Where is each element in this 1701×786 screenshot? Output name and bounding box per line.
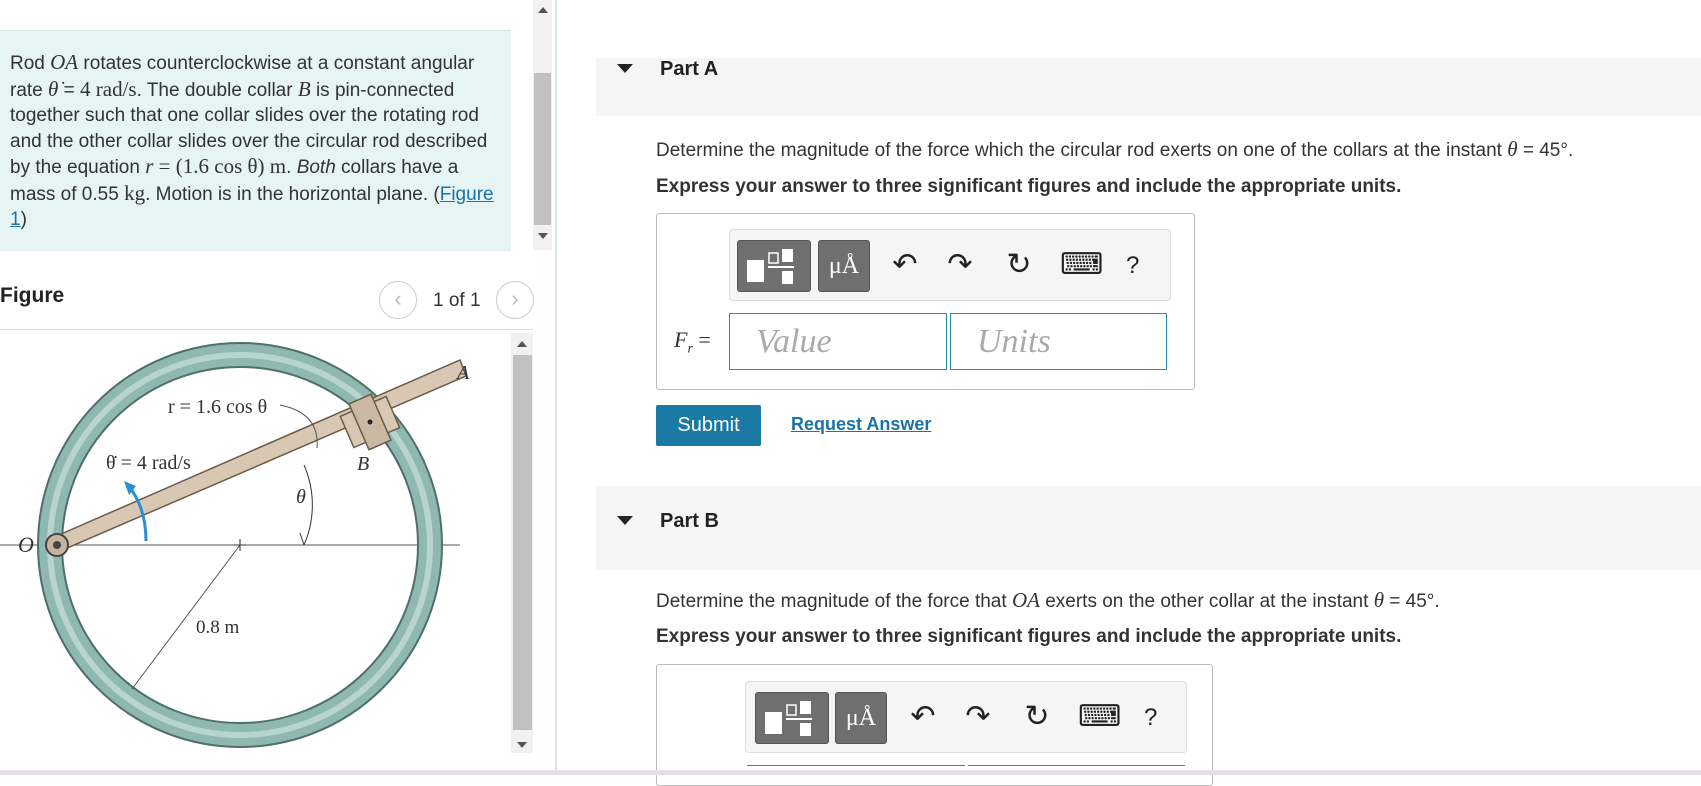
- figure-title: Figure: [0, 284, 65, 307]
- figure-scroll-down-icon[interactable]: [517, 742, 527, 748]
- scroll-down-arrow-icon[interactable]: [538, 233, 548, 239]
- label-theta: θ: [296, 486, 306, 508]
- redo-icon[interactable]: ↷: [961, 700, 995, 734]
- request-answer-link[interactable]: Request Answer: [791, 414, 931, 435]
- reset-icon[interactable]: ↻: [1002, 248, 1036, 282]
- part-a-instruction: Express your answer to three significant…: [656, 176, 1402, 197]
- keyboard-icon[interactable]: ⌨: [1060, 248, 1103, 282]
- part-a-header[interactable]: [596, 58, 1701, 116]
- reset-icon[interactable]: ↻: [1020, 700, 1054, 734]
- figure-scrollbar-thumb[interactable]: [513, 355, 532, 730]
- panel-divider: [555, 0, 557, 775]
- figure-scroll-up-icon[interactable]: [517, 341, 527, 347]
- figure-diagram: A B O r = 1.6 cos θ θ̇ = 4 rad/s θ 0.8 m: [0, 342, 470, 748]
- chevron-right-icon: ›: [511, 286, 519, 311]
- part-b-question: Determine the magnitude of the force tha…: [656, 588, 1440, 612]
- templates-icon: [747, 249, 794, 284]
- problem-text: Rod OA rotates counterclockwise at a con…: [10, 50, 494, 230]
- units-button[interactable]: μÅ: [818, 240, 870, 292]
- label-b: B: [357, 453, 369, 475]
- scroll-up-arrow-icon[interactable]: [538, 7, 548, 13]
- previous-figure-button[interactable]: ‹: [379, 281, 417, 319]
- templates-icon: [765, 701, 812, 736]
- part-a-title[interactable]: Part A: [660, 58, 718, 81]
- figure-pager-text: 1 of 1: [433, 290, 481, 311]
- part-b-instruction: Express your answer to three significant…: [656, 626, 1402, 647]
- label-radius: 0.8 m: [196, 617, 240, 638]
- value-input[interactable]: Value: [729, 313, 947, 370]
- label-a: A: [455, 362, 470, 384]
- templates-button[interactable]: [755, 692, 829, 744]
- bottom-bar: [0, 770, 1701, 775]
- help-icon[interactable]: ?: [1126, 252, 1139, 280]
- units-input[interactable]: Units: [950, 313, 1167, 370]
- part-a-question: Determine the magnitude of the force whi…: [656, 137, 1574, 161]
- units-button[interactable]: μÅ: [835, 692, 887, 744]
- templates-button[interactable]: [737, 240, 811, 292]
- keyboard-icon[interactable]: ⌨: [1078, 700, 1121, 734]
- part-b-header[interactable]: [596, 486, 1701, 570]
- label-r-equation: r = 1.6 cos θ: [168, 396, 267, 418]
- label-o: O: [18, 532, 34, 557]
- caret-down-icon[interactable]: [617, 64, 633, 73]
- theta-arrow: [299, 532, 305, 546]
- pivot-pin: [53, 541, 61, 549]
- problem-scrollbar-thumb[interactable]: [534, 73, 551, 225]
- submit-button[interactable]: Submit: [656, 405, 761, 446]
- caret-down-icon[interactable]: [617, 516, 633, 525]
- help-icon[interactable]: ?: [1144, 704, 1157, 732]
- label-angular-rate: θ̇ = 4 rad/s: [106, 452, 191, 474]
- next-figure-button[interactable]: ›: [496, 281, 534, 319]
- part-b-title[interactable]: Part B: [660, 510, 719, 533]
- redo-icon[interactable]: ↷: [943, 248, 977, 282]
- undo-icon[interactable]: ↶: [906, 700, 940, 734]
- chevron-left-icon: ‹: [394, 286, 402, 311]
- undo-icon[interactable]: ↶: [888, 248, 922, 282]
- figure-divider: [0, 329, 533, 330]
- force-label: Fr =: [674, 327, 711, 357]
